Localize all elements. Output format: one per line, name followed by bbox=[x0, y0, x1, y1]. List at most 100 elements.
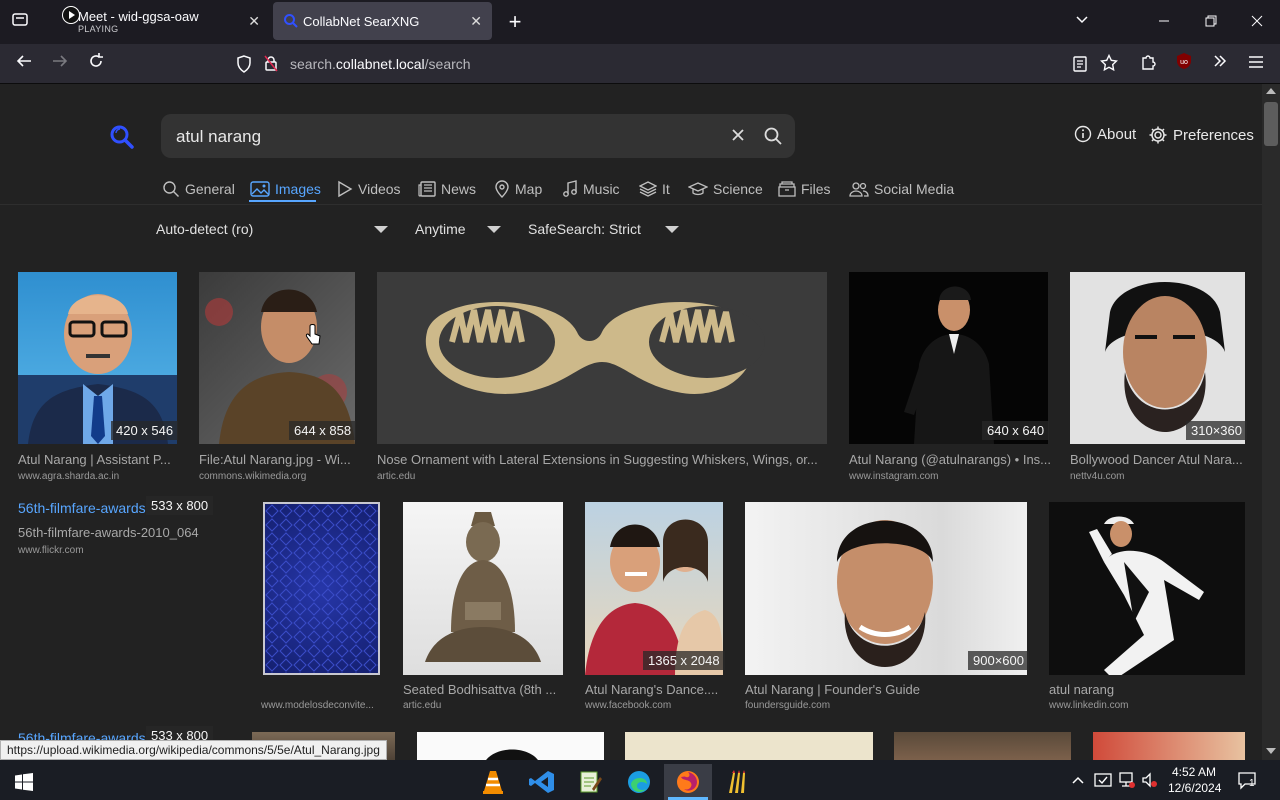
tab-subtitle: PLAYING bbox=[78, 24, 119, 34]
security-tray-icon[interactable] bbox=[1094, 771, 1112, 794]
tab-searxng[interactable]: CollabNet SearXNG ✕ bbox=[273, 2, 492, 40]
tab-map[interactable]: Map bbox=[494, 177, 542, 201]
lock-icon[interactable] bbox=[264, 55, 278, 77]
edge-taskbar-icon[interactable] bbox=[615, 764, 663, 800]
language-select[interactable]: Auto-detect (ro) bbox=[156, 221, 253, 237]
notifications-icon[interactable]: 1 bbox=[1237, 770, 1257, 795]
scroll-up-icon[interactable] bbox=[1266, 88, 1276, 94]
preferences-link[interactable]: Preferences bbox=[1148, 125, 1254, 145]
result-thumbnail[interactable] bbox=[18, 272, 177, 444]
result-thumbnail[interactable] bbox=[199, 272, 355, 444]
result-title[interactable]: Atul Narang's Dance.... bbox=[585, 682, 725, 697]
result-thumbnail[interactable] bbox=[1070, 272, 1245, 444]
url-base: search. bbox=[290, 56, 336, 72]
show-hidden-icons-icon[interactable] bbox=[1071, 773, 1085, 792]
shield-icon[interactable] bbox=[236, 55, 252, 78]
image-size-badge: 640 x 640 bbox=[982, 421, 1050, 440]
about-link[interactable]: About bbox=[1074, 125, 1136, 143]
search-input[interactable]: atul narang bbox=[176, 127, 261, 147]
system-clock[interactable]: 4:52 AM 12/6/2024 bbox=[1168, 764, 1221, 796]
result-title[interactable]: 56th-filmfare-awards-2010_064 bbox=[18, 525, 218, 540]
vlc-taskbar-icon[interactable] bbox=[469, 764, 517, 800]
forward-icon[interactable] bbox=[48, 52, 72, 76]
result-title[interactable]: Bollywood Dancer Atul Nara... bbox=[1070, 452, 1247, 467]
paint-taskbar-icon[interactable] bbox=[713, 764, 761, 800]
close-tab-icon[interactable]: ✕ bbox=[470, 13, 482, 30]
tab-videos[interactable]: Videos bbox=[337, 177, 401, 201]
result-title[interactable]: Seated Bodhisattva (8th ... bbox=[403, 682, 563, 697]
tab-label: Science bbox=[713, 181, 763, 197]
result-thumbnail[interactable] bbox=[625, 732, 873, 760]
safesearch-select[interactable]: SafeSearch: Strict bbox=[528, 221, 641, 237]
volume-icon[interactable] bbox=[1141, 771, 1159, 794]
result-title[interactable]: Nose Ornament with Lateral Extensions in… bbox=[377, 452, 829, 467]
tab-images[interactable]: Images bbox=[250, 177, 321, 201]
chevron-down-icon[interactable] bbox=[665, 226, 679, 233]
layers-icon bbox=[639, 181, 657, 197]
tab-science[interactable]: Science bbox=[688, 177, 763, 201]
time-range-select[interactable]: Anytime bbox=[415, 221, 466, 237]
extensions-icon[interactable] bbox=[1137, 52, 1161, 76]
result-title[interactable]: atul narang bbox=[1049, 682, 1245, 697]
portrait-image-icon bbox=[1105, 282, 1225, 432]
tab-label: Files bbox=[801, 181, 831, 197]
url-text[interactable]: search.collabnet.local/search bbox=[290, 56, 471, 72]
tab-general[interactable]: General bbox=[162, 177, 235, 201]
clear-search-icon[interactable] bbox=[729, 126, 747, 149]
tab-manager-icon[interactable] bbox=[8, 10, 32, 34]
dancer-image-icon bbox=[1089, 516, 1204, 675]
result-thumbnail[interactable] bbox=[849, 272, 1048, 444]
pattern-image-icon bbox=[265, 504, 378, 673]
result-thumbnail[interactable] bbox=[377, 272, 827, 444]
tab-music[interactable]: Music bbox=[562, 177, 620, 201]
tab-social-media[interactable]: Social Media bbox=[849, 177, 954, 201]
image-size-badge: 310×360 bbox=[1186, 421, 1247, 440]
new-tab-icon[interactable]: + bbox=[503, 10, 527, 34]
portrait-image-icon bbox=[837, 520, 933, 667]
result-title[interactable]: File:Atul Narang.jpg - Wi... bbox=[199, 452, 357, 467]
close-tab-icon[interactable]: ✕ bbox=[248, 13, 260, 30]
more-tools-icon[interactable] bbox=[1208, 52, 1232, 76]
result-thumbnail[interactable] bbox=[403, 502, 563, 675]
back-icon[interactable] bbox=[12, 52, 36, 76]
network-icon[interactable] bbox=[1118, 771, 1136, 794]
result-thumbnail[interactable] bbox=[745, 502, 1027, 675]
scroll-down-icon[interactable] bbox=[1266, 748, 1276, 754]
reader-view-icon[interactable] bbox=[1072, 55, 1088, 78]
result-thumbnail[interactable] bbox=[1049, 502, 1245, 675]
minimize-icon[interactable] bbox=[1152, 10, 1176, 34]
bookmark-star-icon[interactable] bbox=[1099, 53, 1119, 77]
scrollbar-thumb[interactable] bbox=[1264, 102, 1278, 146]
result-thumbnail[interactable] bbox=[585, 502, 723, 675]
notepad-plus-taskbar-icon[interactable] bbox=[566, 764, 614, 800]
result-thumbnail[interactable] bbox=[417, 732, 604, 760]
tab-it[interactable]: It bbox=[639, 177, 670, 201]
result-thumbnail[interactable] bbox=[263, 502, 380, 675]
chevron-down-icon[interactable] bbox=[374, 226, 388, 233]
firefox-taskbar-icon[interactable] bbox=[664, 764, 712, 800]
address-bar[interactable]: search.collabnet.local/search bbox=[230, 49, 1130, 79]
search-icon[interactable] bbox=[763, 126, 783, 151]
list-tabs-icon[interactable] bbox=[1070, 10, 1094, 34]
vscode-taskbar-icon[interactable] bbox=[518, 764, 566, 800]
result-thumbnail[interactable] bbox=[894, 732, 1071, 760]
menu-icon[interactable] bbox=[1244, 52, 1268, 76]
reload-icon[interactable] bbox=[84, 52, 108, 76]
result-title[interactable]: Atul Narang (@atulnarangs) • Ins... bbox=[849, 452, 1051, 467]
search-box[interactable]: atul narang bbox=[161, 114, 795, 158]
tab-news[interactable]: News bbox=[418, 177, 476, 201]
start-button[interactable] bbox=[0, 764, 48, 800]
url-path: /search bbox=[424, 56, 471, 72]
result-title[interactable]: Atul Narang | Assistant P... bbox=[18, 452, 180, 467]
result-thumbnail[interactable] bbox=[1093, 732, 1245, 760]
newspaper-icon bbox=[418, 181, 436, 197]
searxng-logo-icon[interactable] bbox=[109, 124, 135, 155]
close-window-icon[interactable] bbox=[1245, 10, 1269, 34]
chevron-down-icon[interactable] bbox=[487, 226, 501, 233]
restore-icon[interactable] bbox=[1199, 10, 1223, 34]
tab-meet[interactable]: Meet - wid-ggsa-oaw PLAYING ✕ bbox=[44, 2, 270, 40]
result-title[interactable]: Atul Narang | Founder's Guide bbox=[745, 682, 1029, 697]
tab-files[interactable]: Files bbox=[778, 177, 831, 201]
ublock-icon[interactable]: uo bbox=[1172, 52, 1196, 76]
page-scrollbar[interactable] bbox=[1262, 84, 1280, 760]
